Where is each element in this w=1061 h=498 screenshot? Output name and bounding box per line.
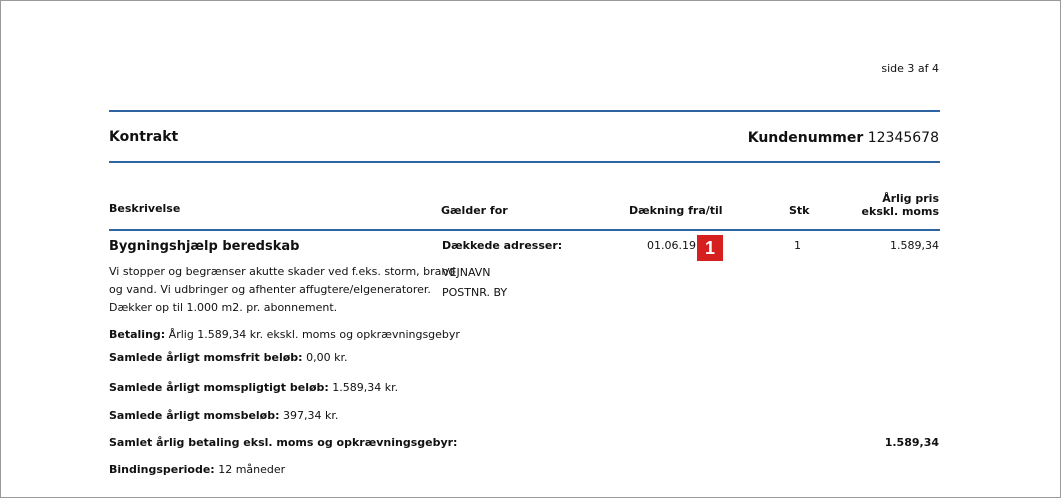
customer-number-label: Kundenummer [747, 130, 864, 146]
payment-line: Betaling: Årlig 1.589,34 kr. ekskl. moms… [109, 328, 460, 341]
covered-addresses-label: Dækkede adresser: [442, 239, 563, 252]
document-page: side 3 af 4 Kontrakt Kundenummer 1234567… [0, 0, 1061, 498]
vat-liable-value: 1.589,34 kr. [332, 381, 399, 394]
description-line: Dækker op til 1.000 m2. pr. abonnement. [109, 301, 338, 314]
product-description: Vi stopper og begrænser akutte skader ve… [109, 263, 455, 317]
top-rule [109, 110, 940, 112]
address-street: VEJNAVN [442, 266, 491, 279]
description-line: Vi stopper og begrænser akutte skader ve… [109, 265, 456, 278]
address-block: VEJNAVN POSTNR. BY [442, 263, 507, 303]
vat-free-label: Samlede årligt momsfrit beløb: [109, 351, 303, 364]
column-header-price-line1: Årlig pris [882, 192, 939, 205]
total-label: Samlet årlig betaling eksl. moms og opkr… [109, 436, 458, 449]
customer-number-value: 12345678 [867, 130, 939, 146]
vat-free-line: Samlede årligt momsfrit beløb: 0,00 kr. [109, 351, 347, 364]
binding-period-label: Bindingsperiode: [109, 463, 215, 476]
binding-period-value: 12 måneder [218, 463, 286, 476]
table-header-rule [109, 229, 940, 231]
column-header-description: Beskrivelse [109, 202, 181, 215]
column-header-qty: Stk [789, 204, 810, 217]
page-indicator: side 3 af 4 [881, 62, 939, 75]
product-name: Bygningshjælp beredskab [109, 239, 300, 254]
annual-price-value: 1.589,34 [890, 239, 939, 252]
column-header-applies-to: Gælder for [441, 204, 508, 217]
page-title: Kontrakt [109, 129, 179, 145]
column-header-price-line2: ekskl. moms [861, 205, 939, 218]
vat-amount-line: Samlede årligt momsbeløb: 397,34 kr. [109, 409, 338, 422]
marker-badge: 1 [697, 235, 723, 261]
description-line: og vand. Vi udbringer og afhenter affugt… [109, 283, 431, 296]
header-rule [109, 161, 940, 163]
vat-free-value: 0,00 kr. [306, 351, 348, 364]
vat-liable-line: Samlede årligt momspligtigt beløb: 1.589… [109, 381, 398, 394]
vat-amount-label: Samlede årligt momsbeløb: [109, 409, 280, 422]
address-city: POSTNR. BY [442, 286, 508, 299]
binding-period-line: Bindingsperiode: 12 måneder [109, 463, 285, 476]
payment-value: Årlig 1.589,34 kr. ekskl. moms og opkræv… [168, 328, 460, 341]
customer-number: Kundenummer 12345678 [748, 130, 939, 146]
payment-label: Betaling: [109, 328, 166, 341]
vat-liable-label: Samlede årligt momspligtigt beløb: [109, 381, 329, 394]
coverage-from-date: 01.06.19 [647, 239, 696, 252]
total-value: 1.589,34 [884, 436, 939, 449]
vat-amount-value: 397,34 kr. [283, 409, 339, 422]
quantity-value: 1 [794, 239, 801, 252]
column-header-coverage: Dækning fra/til [629, 204, 723, 217]
